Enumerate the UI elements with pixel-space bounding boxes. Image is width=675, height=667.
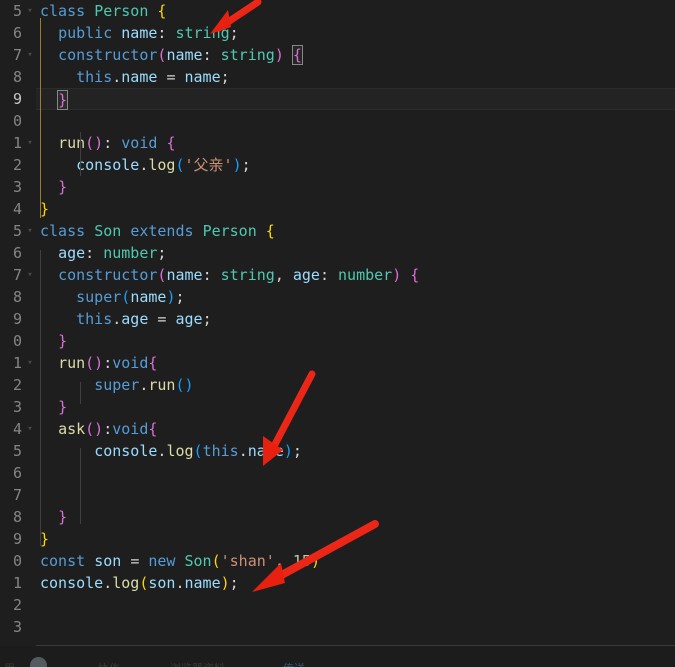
- line-number: 6: [12, 24, 22, 42]
- code-line[interactable]: super(name);: [36, 286, 675, 308]
- line-number: 9: [12, 530, 22, 548]
- line-number-gutter: 5 6 7 8 9 0 1 2 3 4 5 6 7 8 9 0 1 2 3 4 …: [0, 0, 36, 645]
- code-line[interactable]: super.run(): [36, 374, 675, 396]
- fold-chevron-down-icon[interactable]: ▾: [24, 44, 36, 66]
- line-number: 2: [12, 596, 22, 614]
- code-line[interactable]: }: [36, 528, 675, 550]
- fold-chevron-down-icon[interactable]: ▾: [24, 0, 36, 22]
- line-number: 0: [12, 112, 22, 130]
- line-number: 8: [12, 508, 22, 526]
- code-line[interactable]: age: number;: [36, 242, 675, 264]
- line-number: 1: [12, 574, 22, 592]
- code-line[interactable]: [36, 462, 675, 484]
- code-line[interactable]: [36, 594, 675, 616]
- line-number: 3: [12, 618, 22, 636]
- taskbar-item[interactable]: 传送: [283, 660, 305, 667]
- line-number: 1: [12, 354, 22, 372]
- code-editor[interactable]: 5 6 7 8 9 0 1 2 3 4 5 6 7 8 9 0 1 2 3 4 …: [0, 0, 675, 667]
- line-number: 3: [12, 398, 22, 416]
- code-line[interactable]: console.log(this.name);: [36, 440, 675, 462]
- line-number: 5: [12, 2, 22, 20]
- line-number: 4: [12, 200, 22, 218]
- indent-guide: [80, 132, 81, 176]
- code-line[interactable]: }: [36, 330, 675, 352]
- line-number: 1: [12, 134, 22, 152]
- line-number: 0: [12, 552, 22, 570]
- taskbar-item[interactable]: 用: [4, 660, 15, 667]
- indent-guide: [80, 382, 81, 404]
- fold-chevron-down-icon[interactable]: ▾: [24, 132, 36, 154]
- code-line[interactable]: run():void{: [36, 352, 675, 374]
- code-line[interactable]: }: [36, 176, 675, 198]
- fold-chevron-down-icon[interactable]: ▾: [24, 220, 36, 242]
- line-number: 9: [12, 310, 22, 328]
- code-line[interactable]: this.age = age;: [36, 308, 675, 330]
- line-number: 6: [12, 464, 22, 482]
- taskbar[interactable]: 用 协作 浏览器资料 传送: [0, 646, 675, 667]
- line-number: 7: [12, 486, 22, 504]
- code-line[interactable]: constructor(name: string) {: [36, 44, 675, 66]
- code-line[interactable]: console.log('父亲');: [36, 154, 675, 176]
- line-number: 0: [12, 332, 22, 350]
- line-number: 4: [12, 420, 22, 438]
- code-line[interactable]: class Person {: [36, 0, 675, 22]
- line-number: 2: [12, 376, 22, 394]
- line-number-active: 9: [12, 90, 22, 108]
- line-number: 8: [12, 68, 22, 86]
- code-content[interactable]: class Person { public name: string; cons…: [36, 0, 675, 645]
- code-line[interactable]: class Son extends Person {: [36, 220, 675, 242]
- code-line[interactable]: this.name = name;: [36, 66, 675, 88]
- indent-guide: [40, 250, 41, 546]
- fold-chevron-down-icon[interactable]: ▾: [24, 264, 36, 286]
- code-line[interactable]: ask():void{: [36, 418, 675, 440]
- line-number: 7: [12, 266, 22, 284]
- code-line[interactable]: }: [36, 506, 675, 528]
- code-line[interactable]: [36, 616, 675, 638]
- code-line-active[interactable]: }: [36, 88, 675, 110]
- taskbar-item[interactable]: 协作: [98, 660, 120, 667]
- fold-chevron-down-icon[interactable]: ▾: [24, 418, 36, 440]
- code-line[interactable]: run(): void {: [36, 132, 675, 154]
- taskbar-avatar-icon[interactable]: [30, 657, 47, 667]
- taskbar-item[interactable]: 浏览器资料: [170, 660, 225, 667]
- line-number: 5: [12, 222, 22, 240]
- line-number: 8: [12, 288, 22, 306]
- code-line[interactable]: }: [36, 396, 675, 418]
- scope-ruler: [40, 18, 41, 218]
- line-number: 5: [12, 442, 22, 460]
- code-line[interactable]: [36, 484, 675, 506]
- line-number: 6: [12, 244, 22, 262]
- fold-chevron-down-icon[interactable]: ▾: [24, 352, 36, 374]
- line-number: 2: [12, 156, 22, 174]
- line-number: 3: [12, 178, 22, 196]
- line-number: 7: [12, 46, 22, 64]
- code-line[interactable]: public name: string;: [36, 22, 675, 44]
- indent-guide: [80, 448, 81, 524]
- code-line[interactable]: const son = new Son('shan', 15): [36, 550, 675, 572]
- code-line[interactable]: console.log(son.name);: [36, 572, 675, 594]
- code-line[interactable]: }: [36, 198, 675, 220]
- code-line[interactable]: [36, 110, 675, 132]
- code-line[interactable]: constructor(name: string, age: number) {: [36, 264, 675, 286]
